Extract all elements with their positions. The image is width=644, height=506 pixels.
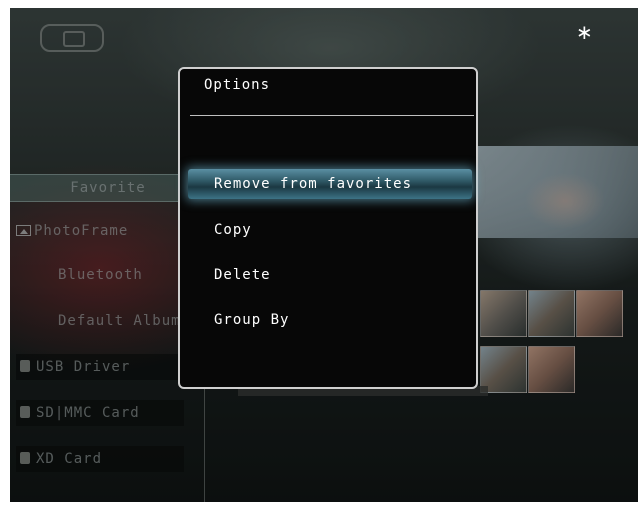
photoframe-device-icon xyxy=(40,24,104,52)
thumbnail[interactable] xyxy=(576,290,623,337)
menu-item-group-by[interactable]: Group By xyxy=(188,305,472,335)
thumbnail[interactable] xyxy=(480,290,527,337)
dialog-title: Options xyxy=(204,77,271,93)
card-icon xyxy=(20,406,30,418)
menu-item-copy[interactable]: Copy xyxy=(188,215,472,245)
menu-item-remove-from-favorites[interactable]: Remove from favorites xyxy=(188,169,472,199)
source-item-label: Default Album xyxy=(58,313,181,329)
source-item-label: USB Driver xyxy=(36,359,131,375)
source-item-label: XD Card xyxy=(36,451,103,467)
background-photo xyxy=(470,146,638,238)
source-item-favorite[interactable]: Favorite xyxy=(10,174,206,202)
source-item-usb-driver[interactable]: USB Driver xyxy=(16,354,184,380)
thumbnail[interactable] xyxy=(528,290,575,337)
source-item-label: Favorite xyxy=(70,180,146,196)
dialog-divider xyxy=(190,115,474,116)
source-item-label: Bluetooth xyxy=(58,267,143,283)
source-item-bluetooth[interactable]: Bluetooth xyxy=(58,262,198,288)
photoframe-icon xyxy=(16,225,31,236)
bluetooth-icon: ∗ xyxy=(576,20,593,44)
thumbnail[interactable] xyxy=(528,346,575,393)
source-item-photoframe[interactable]: PhotoFrame xyxy=(14,218,184,244)
photoframe-screen: ∗ Favorite PhotoFrame Bluetooth Default … xyxy=(10,8,638,502)
source-item-label: PhotoFrame xyxy=(34,223,129,239)
source-item-xd-card[interactable]: XD Card xyxy=(16,446,184,472)
source-item-label: SD|MMC Card xyxy=(36,405,140,421)
source-item-sd-mmc-card[interactable]: SD|MMC Card xyxy=(16,400,184,426)
menu-item-delete[interactable]: Delete xyxy=(188,260,472,290)
source-list: Favorite PhotoFrame Bluetooth Default Al… xyxy=(10,170,206,502)
card-icon xyxy=(20,452,30,464)
usb-icon xyxy=(20,360,30,372)
options-dialog: Options Remove from favorites Copy Delet… xyxy=(178,67,478,389)
